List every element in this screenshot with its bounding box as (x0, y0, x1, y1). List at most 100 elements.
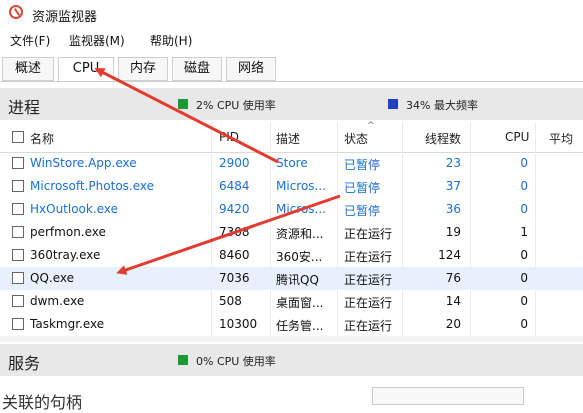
tab-divider (0, 81, 583, 82)
process-cpu: 0 (520, 271, 528, 285)
process-pid: 8460 (219, 248, 250, 262)
process-description: Store (276, 156, 308, 170)
process-cpu: 0 (520, 294, 528, 308)
menu-help[interactable]: 帮助(H) (150, 32, 192, 49)
table-row[interactable]: WinStore.App.exe 2900 Store 已暂停 23 0 (0, 152, 583, 175)
services-cpu-legend: 0% CPU 使用率 (196, 355, 276, 368)
table-row[interactable]: dwm.exe 508 桌面窗... 正在运行 14 0 (0, 290, 583, 313)
process-threads: 23 (445, 156, 461, 170)
process-pid: 2900 (219, 156, 250, 170)
menu-monitor[interactable]: 监视器(M) (69, 32, 125, 49)
select-all-checkbox[interactable] (12, 131, 24, 143)
process-description: Micros... (276, 179, 326, 193)
process-name: 360tray.exe (30, 248, 101, 262)
search-handles-input[interactable] (372, 387, 524, 405)
tab-bar: 概述 CPU 内存 磁盘 网络 (0, 57, 583, 83)
column-name[interactable]: 名称 (30, 130, 54, 147)
tab-cpu[interactable]: CPU (58, 57, 114, 83)
column-cpu[interactable]: CPU (505, 130, 529, 144)
tab-network[interactable]: 网络 (226, 57, 276, 81)
resource-monitor-icon (9, 5, 23, 19)
processes-title: 进程 (8, 98, 41, 117)
process-cpu: 1 (520, 225, 528, 239)
process-name: dwm.exe (30, 294, 85, 308)
table-row[interactable]: Microsoft.Photos.exe 6484 Micros... 已暂停 37 0 (0, 175, 583, 198)
process-status: 正在运行 (344, 319, 393, 333)
process-threads: 36 (445, 202, 461, 216)
horizontal-scrollbar[interactable] (0, 336, 583, 342)
row-checkbox[interactable] (12, 249, 24, 261)
process-threads: 37 (445, 179, 461, 193)
process-description: 桌面窗... (276, 296, 324, 310)
column-status[interactable]: 状态 (344, 130, 368, 147)
cpu-usage-legend: 2% CPU 使用率 (196, 99, 276, 112)
process-description: Micros... (276, 202, 326, 216)
process-threads: 124 (438, 248, 461, 262)
process-status: 正在运行 (344, 227, 393, 241)
process-name: HxOutlook.exe (30, 202, 118, 216)
tab-disk[interactable]: 磁盘 (172, 57, 222, 81)
row-checkbox[interactable] (12, 203, 24, 215)
menu-file[interactable]: 文件(F) (10, 32, 50, 49)
process-status: 正在运行 (344, 250, 393, 264)
max-frequency-legend: 34% 最大频率 (406, 99, 478, 112)
row-checkbox[interactable] (12, 318, 24, 330)
process-status: 正在运行 (344, 296, 393, 310)
process-status: 已暂停 (344, 181, 381, 195)
process-name: Microsoft.Photos.exe (30, 179, 155, 193)
title-bar: 资源监视器 (0, 0, 583, 28)
table-row[interactable]: 360tray.exe 8460 360安... 正在运行 124 0 (0, 244, 583, 267)
process-threads: 20 (445, 317, 461, 331)
process-pid: 7308 (219, 225, 250, 239)
row-checkbox[interactable] (12, 180, 24, 192)
associated-handles-title[interactable]: 关联的句柄 (2, 389, 82, 413)
row-checkbox[interactable] (12, 226, 24, 238)
column-average[interactable]: 平均 (549, 130, 573, 147)
process-threads: 76 (445, 271, 461, 285)
process-cpu: 0 (520, 248, 528, 262)
tab-memory[interactable]: 内存 (118, 57, 168, 81)
process-status: 已暂停 (344, 158, 381, 172)
table-row[interactable]: QQ.exe 7036 腾讯QQ 正在运行 76 0 (0, 267, 583, 290)
services-title: 服务 (8, 354, 41, 373)
process-pid: 10300 (219, 317, 258, 331)
services-cpu-legend-swatch (178, 355, 188, 365)
table-row[interactable]: perfmon.exe 7308 资源和... 正在运行 19 1 (0, 221, 583, 244)
row-checkbox[interactable] (12, 272, 24, 284)
process-threads: 14 (445, 294, 461, 308)
column-threads[interactable]: 线程数 (425, 130, 461, 147)
process-pid: 7036 (219, 271, 250, 285)
tab-overview[interactable]: 概述 (2, 57, 54, 81)
table-row[interactable]: HxOutlook.exe 9420 Micros... 已暂停 36 0 (0, 198, 583, 221)
process-cpu: 0 (520, 156, 528, 170)
max-frequency-legend-swatch (388, 99, 398, 109)
process-cpu: 0 (520, 179, 528, 193)
process-pid: 6484 (219, 179, 250, 193)
process-status: 正在运行 (344, 273, 393, 287)
process-name: WinStore.App.exe (30, 156, 137, 170)
table-row[interactable]: Taskmgr.exe 10300 任务管... 正在运行 20 0 (0, 313, 583, 336)
services-section-header[interactable]: 服务 0% CPU 使用率 (0, 344, 583, 376)
process-cpu: 0 (520, 317, 528, 331)
process-name: QQ.exe (30, 271, 74, 285)
process-description: 腾讯QQ (276, 273, 319, 287)
process-cpu: 0 (520, 202, 528, 216)
process-table-header: 名称 PID 描述 状态 线程数 CPU 平均 (0, 121, 583, 153)
sort-caret-icon: ^ (367, 121, 375, 131)
processes-section-header[interactable]: 进程 2% CPU 使用率 34% 最大频率 (0, 88, 583, 120)
process-status: 已暂停 (344, 204, 381, 218)
column-description[interactable]: 描述 (276, 130, 300, 147)
process-threads: 19 (445, 225, 461, 239)
row-checkbox[interactable] (12, 295, 24, 307)
process-pid: 508 (219, 294, 242, 308)
cpu-usage-legend-swatch (178, 99, 188, 109)
process-description: 资源和... (276, 227, 324, 241)
process-name: perfmon.exe (30, 225, 106, 239)
row-checkbox[interactable] (12, 157, 24, 169)
process-description: 任务管... (276, 319, 324, 333)
process-name: Taskmgr.exe (30, 317, 105, 331)
process-description: 360安... (276, 250, 323, 264)
process-pid: 9420 (219, 202, 250, 216)
column-pid[interactable]: PID (219, 130, 239, 144)
window-title: 资源监视器 (32, 10, 98, 25)
